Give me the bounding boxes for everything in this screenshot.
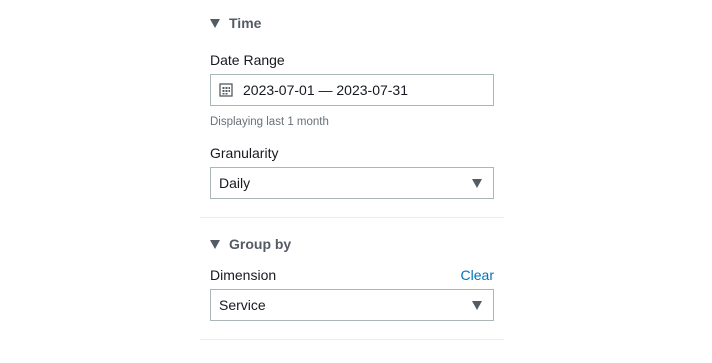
granularity-label: Granularity [210,145,279,161]
granularity-label-row: Granularity [210,145,494,161]
time-section: Time Date Range 2023-07-01 — 2023-07-31 … [200,0,504,199]
date-range-label: Date Range [210,52,285,68]
calendar-icon [219,83,233,97]
caret-down-icon [472,179,482,188]
dimension-label-row: Dimension Clear [210,267,494,283]
section-divider [200,339,504,340]
date-range-value: 2023-07-01 — 2023-07-31 [243,82,409,98]
date-range-hint: Displaying last 1 month [210,116,329,128]
caret-down-icon [472,301,482,310]
time-section-header[interactable]: Time [210,11,494,35]
dimension-label: Dimension [210,267,277,283]
filter-panel: Time Date Range 2023-07-01 — 2023-07-31 … [200,0,504,363]
dimension-select[interactable]: Service [210,289,494,321]
caret-down-icon [210,240,220,249]
group-by-section-title: Group by [229,236,292,252]
date-range-input[interactable]: 2023-07-01 — 2023-07-31 [210,74,494,106]
date-range-label-row: Date Range [210,52,494,68]
caret-down-icon [210,19,220,28]
group-by-section: Group by Dimension Clear Service [200,218,504,321]
dimension-value: Service [219,297,266,313]
granularity-select[interactable]: Daily [210,167,494,199]
clear-link[interactable]: Clear [461,267,494,283]
group-by-section-header[interactable]: Group by [210,232,494,256]
granularity-value: Daily [219,175,251,191]
time-section-title: Time [229,15,262,31]
